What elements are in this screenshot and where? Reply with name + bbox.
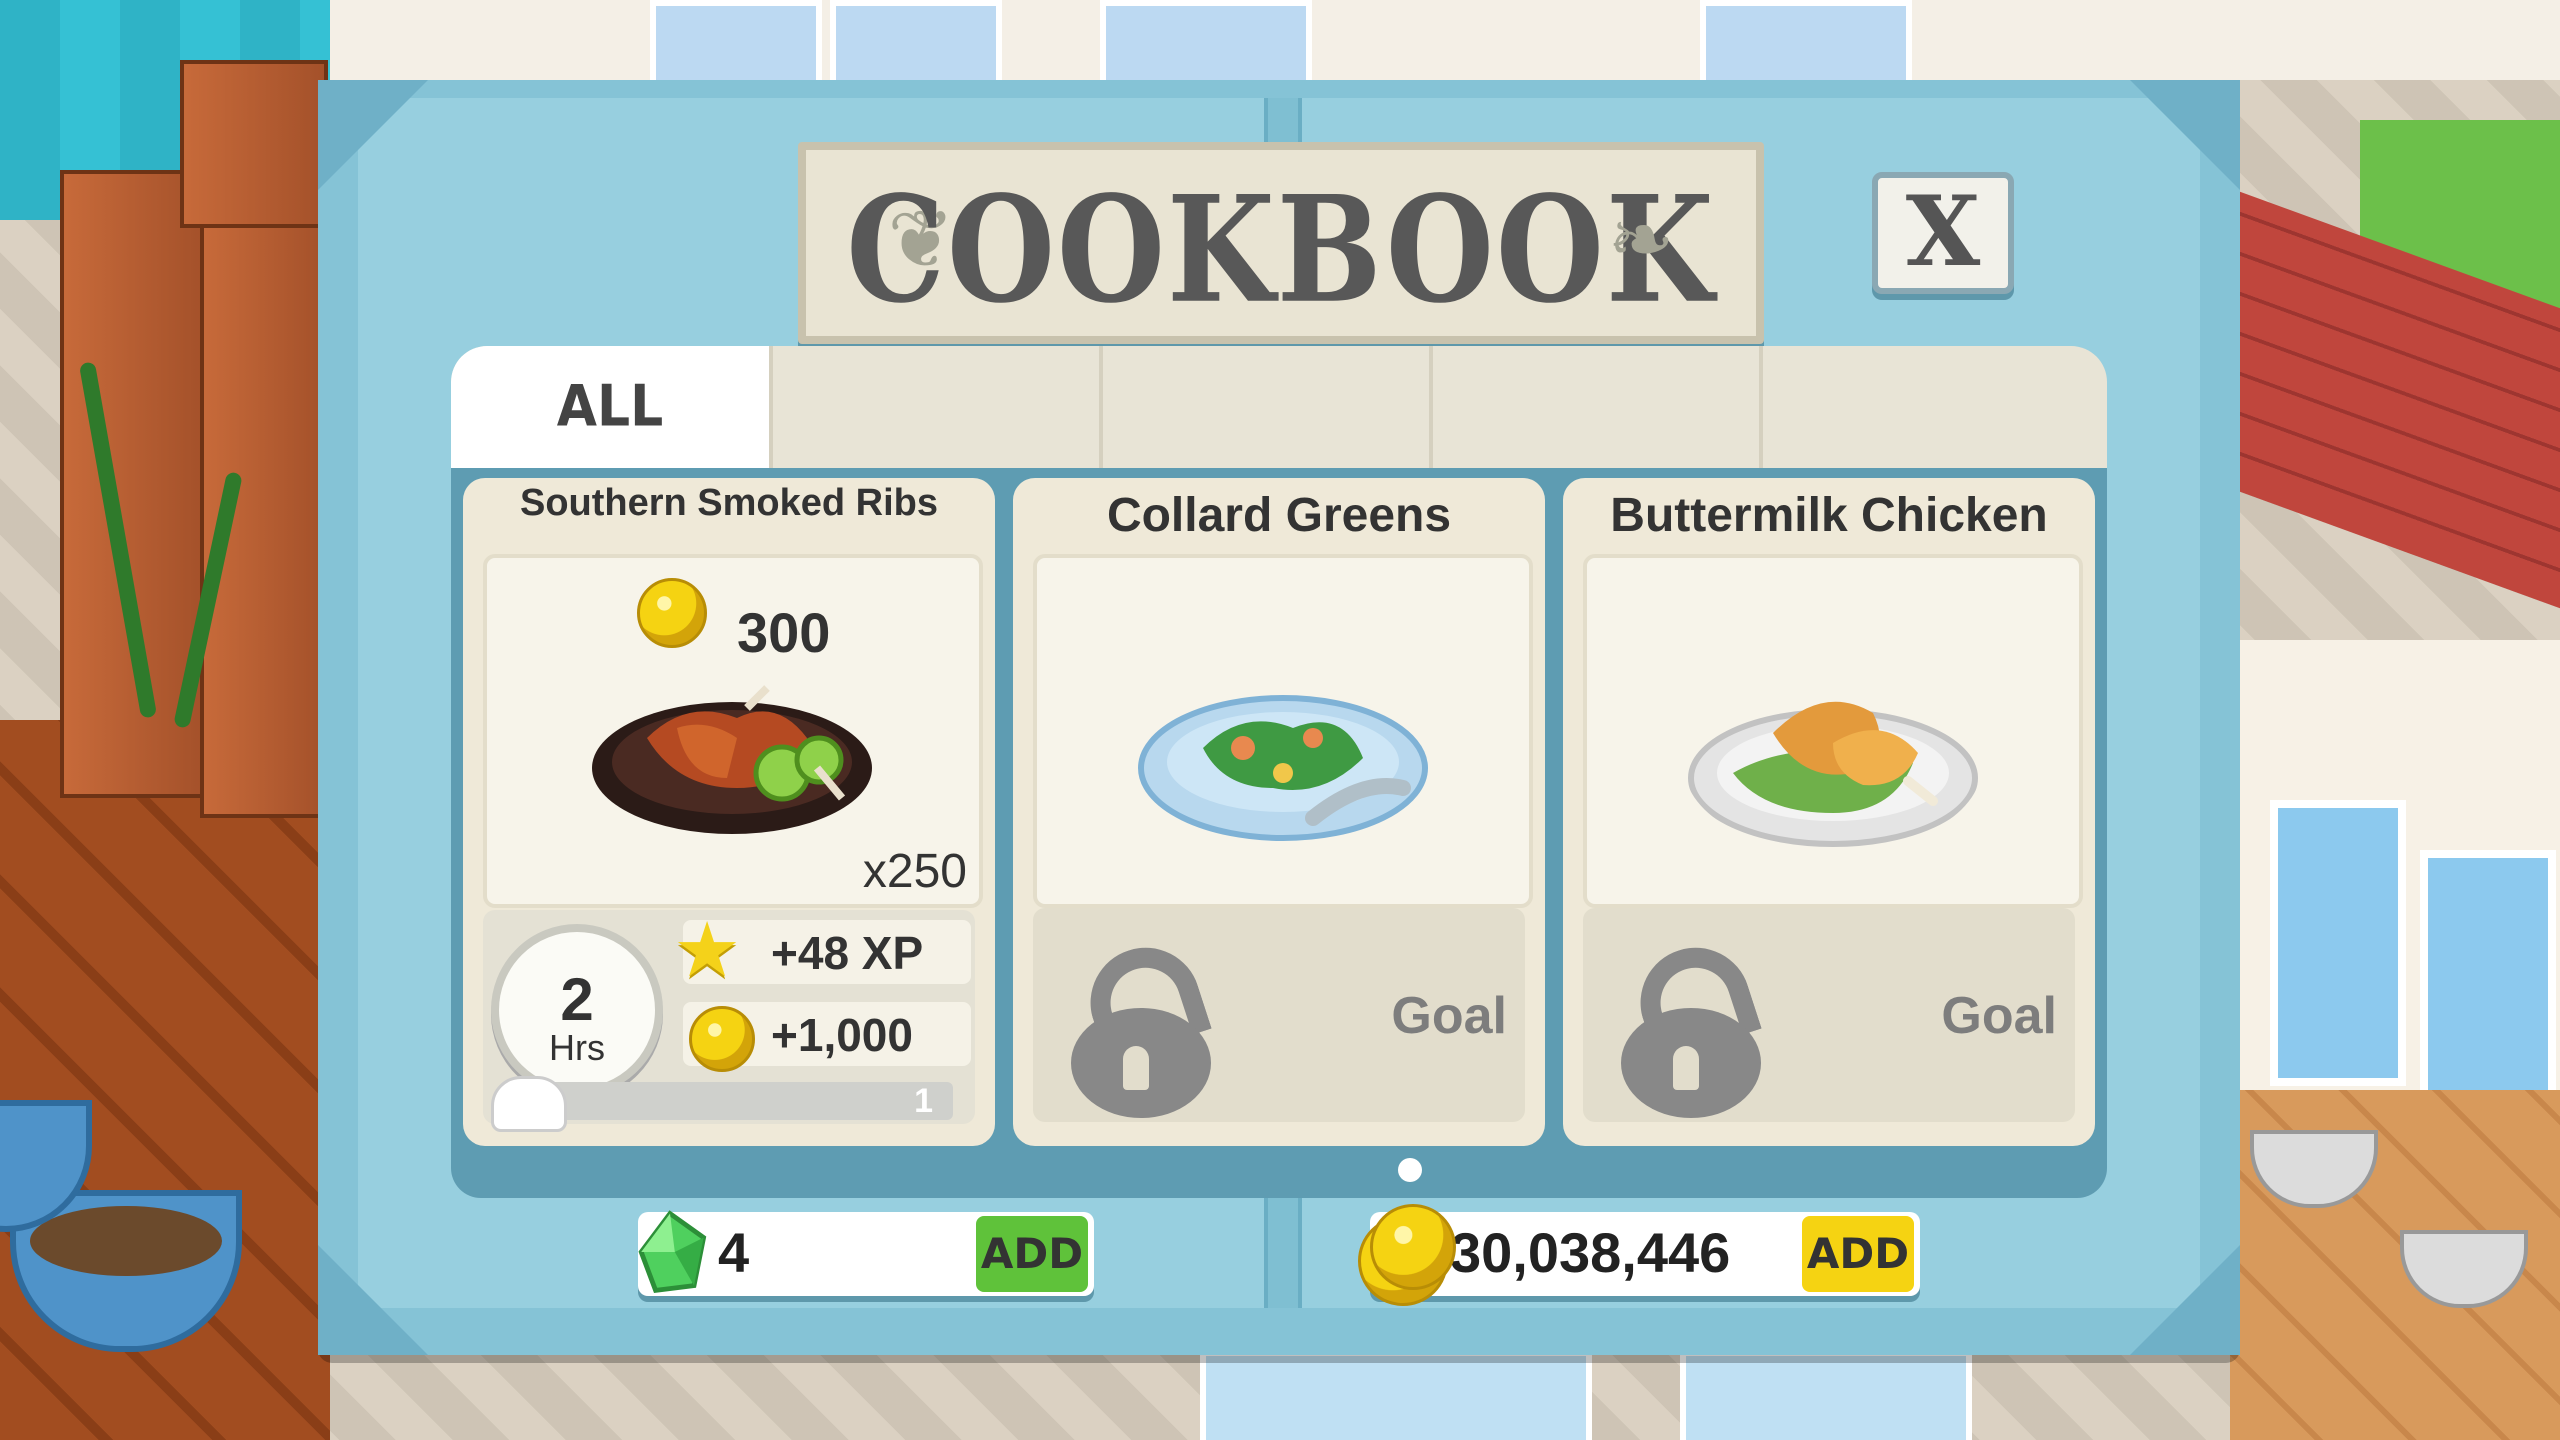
window: [1700, 0, 1912, 92]
cook-time-value: 2: [560, 966, 594, 1033]
cook-time-unit: Hrs: [549, 1027, 605, 1068]
gem-count: 4: [718, 1221, 750, 1284]
recipe-name: Southern Smoked Ribs: [519, 482, 939, 524]
recipe-quantity: x250: [862, 845, 967, 898]
add-gems-button[interactable]: ADD: [976, 1216, 1088, 1292]
clock-icon: 2 Hrs: [491, 924, 663, 1096]
coin-reward: +1,000: [683, 1002, 971, 1072]
title-plaque: ❦ COOKBOOK ❧: [798, 142, 1764, 344]
cookbook-dialog: ❦ COOKBOOK ❧ X ALL Southern Smoked Ribs: [318, 80, 2240, 1355]
lock-icon: [1611, 933, 1762, 1118]
category-tabs: ALL: [451, 346, 2107, 468]
lock-keyhole: [1673, 1046, 1699, 1090]
goal-label: Goal: [1391, 987, 1507, 1045]
buttermilk-chicken-dish-image: [1688, 701, 1978, 847]
tab-empty-4[interactable]: [1759, 346, 2107, 468]
collard-greens-dish-image: [1138, 695, 1428, 841]
add-gems-label: ADD: [980, 1229, 1084, 1278]
window: [650, 0, 822, 92]
recipe-price: 300: [737, 601, 831, 664]
window: [830, 0, 1002, 92]
tab-empty-3[interactable]: [1429, 346, 1763, 468]
window: [2270, 800, 2406, 1086]
soup: [30, 1206, 222, 1276]
xp-reward: ★ +48 XP: [673, 913, 971, 989]
close-button[interactable]: X: [1872, 172, 2014, 294]
locked-panel: Goal: [1033, 908, 1525, 1122]
recipe-name: Buttermilk Chicken: [1610, 489, 2048, 542]
gem-icon: [638, 1210, 707, 1294]
floor-window: [1200, 1350, 1592, 1440]
tab-empty-1[interactable]: [769, 346, 1103, 468]
lock-keyhole: [1123, 1046, 1149, 1090]
window: [2420, 850, 2556, 1126]
recipe-card[interactable]: Southern Smoked Ribs 300 x250 2 Hrs ★ +4…: [463, 478, 995, 1146]
window: [1100, 0, 1312, 92]
coin-count: 30,038,446: [1450, 1221, 1731, 1284]
recipe-preview: [1033, 554, 1533, 908]
coin-icon: [689, 1006, 755, 1072]
recipe-name: Collard Greens: [1106, 489, 1452, 542]
recipe-card[interactable]: Collard Greens Goal: [1013, 478, 1545, 1146]
swirl-ornament-icon: ❧: [1607, 193, 1675, 286]
close-icon: X: [1905, 175, 1981, 288]
chef-hat-icon: [491, 1076, 567, 1132]
ribs-dish-image: [592, 685, 872, 834]
mastery-progress-bar: 1: [543, 1082, 953, 1120]
lock-icon: [1061, 933, 1212, 1118]
coin-stack-icon: [1370, 1204, 1456, 1290]
coin-icon: [637, 578, 707, 648]
locked-panel: Goal: [1583, 908, 2075, 1122]
tab-all[interactable]: ALL: [451, 346, 769, 468]
recipe-preview: [1583, 554, 2083, 908]
page-indicator-dot[interactable]: [1398, 1158, 1422, 1182]
add-coins-button[interactable]: ADD: [1802, 1216, 1914, 1292]
recipe-preview: 300 x250: [483, 554, 983, 908]
add-coins-label: ADD: [1806, 1229, 1910, 1278]
tab-empty-2[interactable]: [1099, 346, 1433, 468]
goal-label: Goal: [1941, 987, 2057, 1045]
recipe-list: Southern Smoked Ribs 300 x250 2 Hrs ★ +4…: [451, 468, 2107, 1198]
mastery-level: 1: [914, 1082, 933, 1120]
floor-window: [1680, 1350, 1972, 1440]
recipe-card[interactable]: Buttermilk Chicken Goal: [1563, 478, 2095, 1146]
recipe-stats: 2 Hrs ★ +48 XP +1,000 1: [483, 910, 975, 1132]
coin-reward-value: +1,000: [771, 1009, 913, 1061]
tab-label: ALL: [556, 374, 664, 440]
star-icon: ★: [673, 908, 742, 993]
wood-pillar: [180, 60, 328, 228]
xp-reward-value: +48 XP: [771, 927, 924, 979]
